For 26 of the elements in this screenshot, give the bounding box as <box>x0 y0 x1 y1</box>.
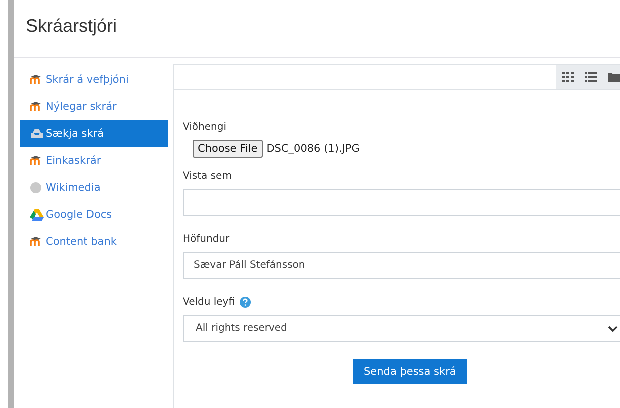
choose-file-button[interactable]: Choose File <box>193 140 263 158</box>
sidebar-item[interactable]: Skrár á vefþjóni <box>20 66 168 93</box>
input-field[interactable]: Sævar Páll Stefánsson <box>183 252 620 279</box>
globe-icon <box>30 182 42 194</box>
license-dropdown[interactable]: All rights reserved <box>183 315 620 342</box>
sidebar-item[interactable]: Einkaskrár <box>20 147 168 174</box>
sidebar-item[interactable]: Content bank <box>20 228 168 255</box>
field-label: Vista sem <box>183 171 233 182</box>
sidebar-item[interactable]: Wikimedia <box>20 174 168 201</box>
field-label: Veldu leyfi <box>183 297 236 308</box>
field-label: Viðhengi <box>183 122 228 133</box>
chevron-down-icon <box>608 326 618 332</box>
grid-view-icon[interactable] <box>562 72 574 82</box>
list-view-icon[interactable] <box>585 72 597 82</box>
sidebar-item[interactable]: Nýlegar skrár <box>20 93 168 120</box>
input-field[interactable] <box>183 189 620 216</box>
help-icon[interactable] <box>240 297 252 308</box>
inbox-tray-icon <box>30 128 44 139</box>
folder-icon[interactable] <box>608 72 620 82</box>
upload-button[interactable]: Senda þessa skrá <box>353 359 468 384</box>
sidebar-item[interactable]: Sækja skrá <box>20 120 168 147</box>
triangle-logo-icon <box>30 208 44 220</box>
sidebar-item[interactable]: Google Docs <box>20 201 168 228</box>
file-name: DSC_0086 (1).JPG <box>266 143 360 155</box>
dialog-title: Skráarstjóri <box>26 16 118 36</box>
field-label: Höfundur <box>183 234 231 245</box>
